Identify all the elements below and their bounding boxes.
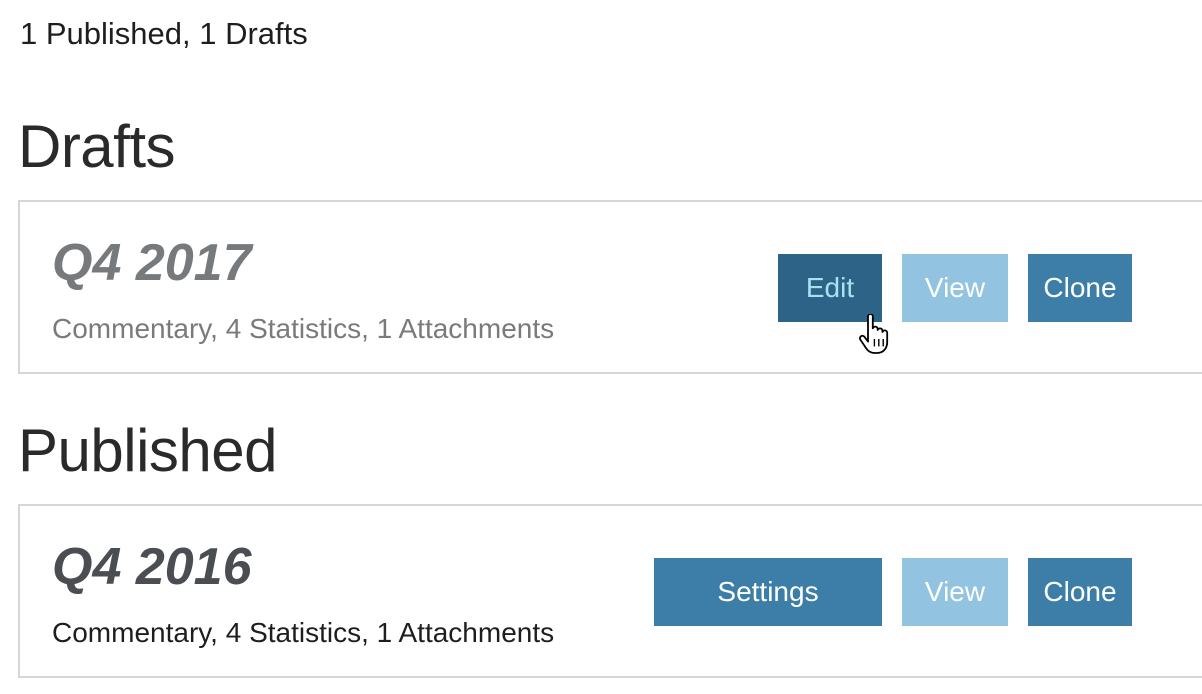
published-heading: Published — [18, 417, 278, 484]
card-title: Q4 2017 — [52, 234, 252, 292]
drafts-heading: Drafts — [18, 113, 176, 180]
view-button[interactable]: View — [902, 254, 1008, 322]
published-card: Q4 2016 Commentary, 4 Statistics, 1 Atta… — [18, 504, 1202, 678]
edit-button[interactable]: Edit — [778, 254, 882, 322]
clone-button[interactable]: Clone — [1028, 254, 1132, 322]
card-title: Q4 2016 — [52, 538, 252, 596]
clone-button[interactable]: Clone — [1028, 558, 1132, 626]
draft-card: Q4 2017 Commentary, 4 Statistics, 1 Atta… — [18, 200, 1202, 374]
card-meta: Commentary, 4 Statistics, 1 Attachments — [52, 617, 555, 648]
settings-button[interactable]: Settings — [654, 558, 882, 626]
card-meta: Commentary, 4 Statistics, 1 Attachments — [52, 313, 555, 344]
publish-summary: 1 Published, 1 Drafts — [20, 16, 308, 51]
view-button[interactable]: View — [902, 558, 1008, 626]
